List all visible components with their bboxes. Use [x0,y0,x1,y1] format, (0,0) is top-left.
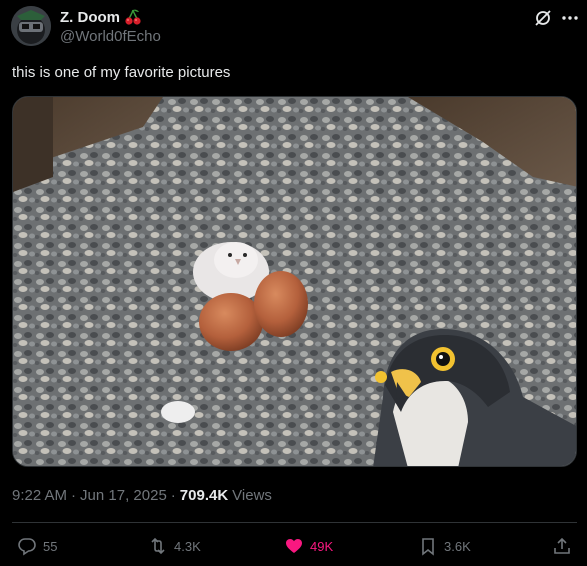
share-button[interactable] [552,536,572,556]
like-button[interactable]: 49K [284,536,333,556]
egg-left [199,293,263,351]
like-count: 49K [310,538,334,554]
divider [12,522,577,523]
tweet-date[interactable]: Jun 17, 2025 [80,487,167,504]
author-name-row[interactable]: Z. Doom [60,8,142,26]
tweet-photo[interactable] [12,96,577,467]
more-icon[interactable] [560,8,580,28]
views-count: 709.4K [179,487,229,504]
tweet: Z. Doom @World0fEcho this is one of my f… [0,0,587,566]
views-label: Views [232,487,272,504]
author-handle[interactable]: @World0fEcho [60,28,161,45]
bookmark-icon [422,538,434,556]
share-icon [554,537,570,554]
reply-icon [18,538,36,556]
reply-button[interactable]: 55 [17,536,57,556]
tweet-meta: 9:22 AM · Jun 17, 2025 · 709.4K Views [12,487,272,504]
tweet-time[interactable]: 9:22 AM [12,487,67,504]
bookmark-button[interactable]: 3.6K [418,536,471,556]
repost-count: 4.3K [174,538,201,554]
avatar[interactable] [11,6,51,46]
bookmark-count: 3.6K [444,538,471,554]
tweet-text: this is one of my favorite pictures [12,64,231,81]
grok-icon[interactable] [533,8,553,28]
repost-button[interactable]: 4.3K [148,536,201,556]
egg-right [254,271,308,337]
heart-icon [286,539,302,553]
reply-count: 55 [43,538,58,554]
repost-icon [151,537,165,555]
author-display-name[interactable]: Z. Doom [60,9,120,26]
meta-separator: · [71,487,77,504]
cherry-icon [124,8,142,26]
meta-separator-2: · [170,487,176,504]
